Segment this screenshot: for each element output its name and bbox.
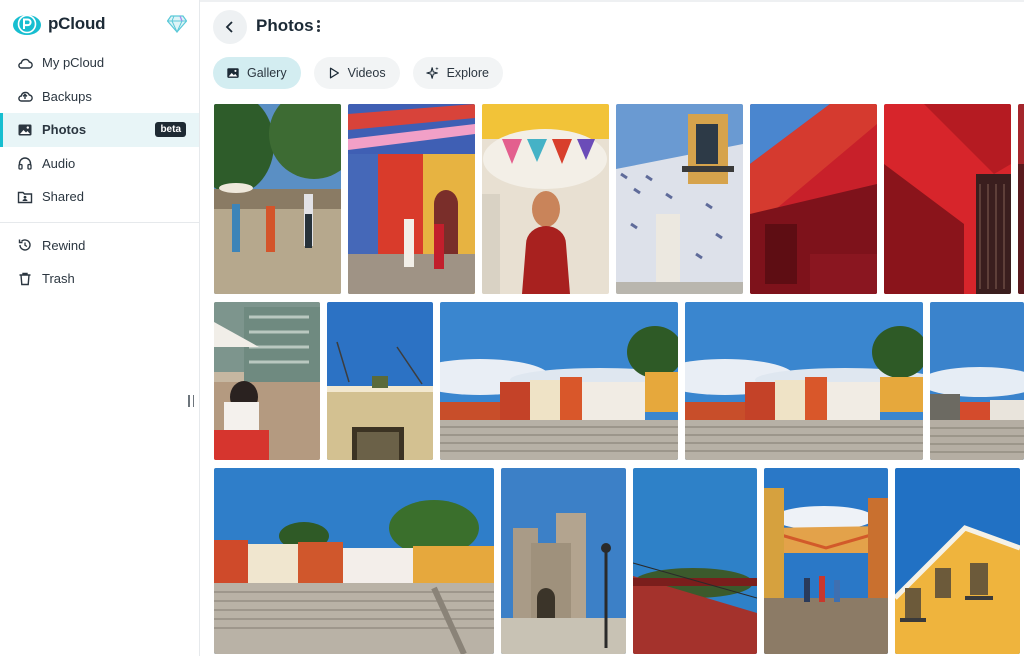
image-icon bbox=[227, 68, 239, 78]
logo-text: pCloud bbox=[48, 14, 106, 33]
page-title: Photos bbox=[256, 16, 314, 35]
tab-label: Videos bbox=[347, 66, 386, 80]
photo-thumbnail[interactable] bbox=[764, 468, 888, 654]
pcloud-logo-icon bbox=[13, 14, 41, 35]
trash-icon bbox=[19, 272, 31, 285]
more-options-icon[interactable] bbox=[314, 18, 322, 34]
shared-folder-icon bbox=[17, 191, 33, 203]
photo-thumbnail[interactable] bbox=[895, 468, 1020, 654]
photo-thumbnail[interactable] bbox=[750, 104, 877, 294]
diamond-icon[interactable] bbox=[167, 15, 187, 33]
sidebar-nav: My pCloud Backups Photos beta Audio Shar… bbox=[0, 46, 199, 296]
sidebar-item-my-pcloud[interactable]: My pCloud bbox=[0, 46, 199, 80]
photo-thumbnail[interactable] bbox=[501, 468, 626, 654]
photo-thumbnail[interactable] bbox=[214, 302, 320, 460]
sidebar-item-label: Photos bbox=[42, 122, 87, 138]
tab-gallery[interactable]: Gallery bbox=[213, 57, 301, 89]
photo-thumbnail[interactable] bbox=[482, 104, 609, 294]
sparkle-icon bbox=[425, 66, 439, 79]
sidebar-item-label: Backups bbox=[42, 88, 92, 104]
photo-thumbnail[interactable] bbox=[214, 468, 494, 654]
sidebar-item-audio[interactable]: Audio bbox=[0, 147, 199, 181]
tab-label: Gallery bbox=[247, 66, 287, 80]
sidebar-item-trash[interactable]: Trash bbox=[0, 262, 199, 296]
sidebar-item-label: Trash bbox=[42, 271, 75, 287]
sidebar-item-label: Shared bbox=[42, 189, 84, 205]
photo-thumbnail[interactable] bbox=[1018, 104, 1024, 294]
sidebar-item-shared[interactable]: Shared bbox=[0, 180, 199, 214]
tab-videos[interactable]: Videos bbox=[313, 57, 400, 89]
sidebar: pCloud My pCloud Backups Photos beta Aud… bbox=[0, 0, 200, 656]
sidebar-item-label: Audio bbox=[42, 155, 76, 171]
headphones-icon bbox=[18, 157, 32, 170]
sidebar-item-label: My pCloud bbox=[42, 55, 105, 71]
tab-label: Explore bbox=[446, 66, 489, 80]
sidebar-item-label: Rewind bbox=[42, 237, 86, 253]
back-button[interactable] bbox=[213, 10, 247, 44]
view-tabs: Gallery Videos Explore bbox=[213, 57, 503, 89]
photo-thumbnail[interactable] bbox=[348, 104, 475, 294]
image-icon bbox=[18, 124, 32, 136]
photo-thumbnail[interactable] bbox=[633, 468, 757, 654]
top-divider bbox=[200, 0, 1024, 2]
pcloud-logo[interactable]: pCloud bbox=[12, 12, 106, 36]
photo-thumbnail[interactable] bbox=[930, 302, 1024, 460]
photo-thumbnail[interactable] bbox=[884, 104, 1011, 294]
rewind-icon bbox=[18, 239, 31, 251]
photo-thumbnail[interactable] bbox=[685, 302, 923, 460]
main-content: Photos Gallery Videos Explore bbox=[200, 0, 1024, 656]
play-icon bbox=[329, 67, 339, 79]
cloud-icon bbox=[18, 58, 33, 69]
tab-explore[interactable]: Explore bbox=[412, 57, 503, 89]
photo-thumbnail[interactable] bbox=[616, 104, 743, 294]
photo-thumbnail[interactable] bbox=[440, 302, 678, 460]
photo-thumbnail[interactable] bbox=[327, 302, 433, 460]
sidebar-divider bbox=[0, 221, 199, 223]
sidebar-resize-handle[interactable] bbox=[186, 395, 196, 409]
photo-thumbnail[interactable] bbox=[214, 104, 341, 294]
cloud-upload-icon bbox=[18, 92, 33, 102]
beta-badge: beta bbox=[155, 122, 186, 137]
sidebar-item-rewind[interactable]: Rewind bbox=[0, 229, 199, 263]
sidebar-item-backups[interactable]: Backups bbox=[0, 80, 199, 114]
chevron-left-icon bbox=[225, 21, 233, 33]
sidebar-item-photos[interactable]: Photos beta bbox=[0, 113, 199, 147]
